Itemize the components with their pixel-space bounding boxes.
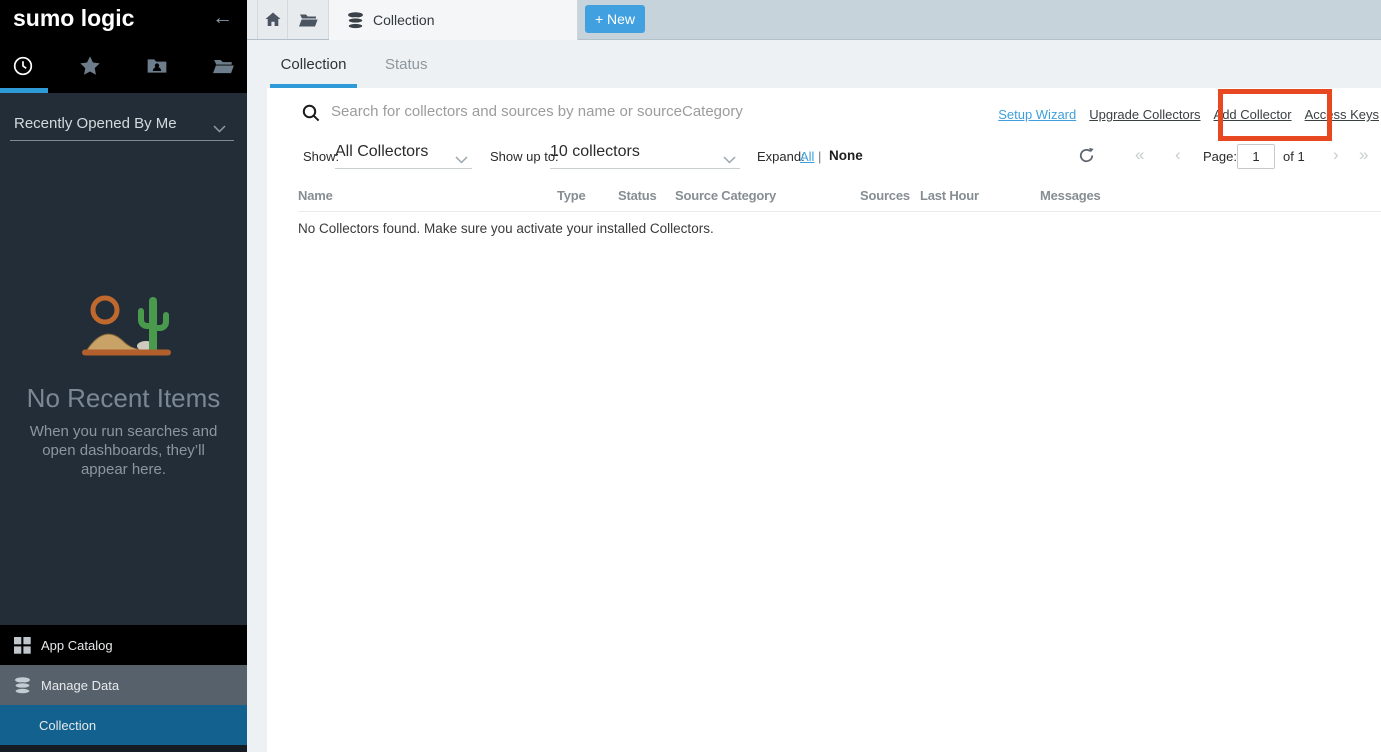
recent-items-dropdown-label: Recently Opened By Me bbox=[14, 115, 177, 132]
sidebar-item-label: Collection bbox=[39, 718, 96, 733]
limit-filter-dropdown[interactable]: 10 collectors bbox=[550, 143, 740, 169]
add-collector-link[interactable]: Add Collector bbox=[1214, 107, 1292, 122]
open-folder-icon bbox=[213, 55, 235, 77]
expand-all-link[interactable]: All bbox=[800, 149, 814, 164]
no-recent-items-title: No Recent Items bbox=[0, 383, 247, 414]
new-button[interactable]: + New bbox=[585, 5, 645, 33]
sun-icon bbox=[93, 298, 117, 322]
home-icon bbox=[265, 12, 281, 27]
column-header-messages: Messages bbox=[1040, 188, 1101, 203]
sidebar: sumo logic ← bbox=[0, 0, 247, 752]
access-keys-link[interactable]: Access Keys bbox=[1305, 107, 1379, 122]
sidebar-item-label: Manage Data bbox=[41, 678, 119, 693]
show-filter-value: All Collectors bbox=[335, 143, 428, 160]
upgrade-collectors-link[interactable]: Upgrade Collectors bbox=[1089, 107, 1200, 122]
sidebar-tab-favorites[interactable] bbox=[79, 55, 101, 77]
limit-filter-label: Show up to: bbox=[490, 149, 559, 164]
setup-wizard-link[interactable]: Setup Wizard bbox=[998, 107, 1076, 122]
search-input[interactable] bbox=[331, 97, 891, 125]
limit-filter-value: 10 collectors bbox=[550, 143, 640, 160]
first-page-button[interactable]: « bbox=[1135, 145, 1144, 165]
search-icon bbox=[302, 104, 320, 127]
clock-icon bbox=[12, 55, 34, 77]
library-tab-button[interactable] bbox=[288, 0, 329, 39]
dune-shape bbox=[87, 334, 146, 350]
sidebar-footer bbox=[0, 745, 247, 752]
column-header-source-category: Source Category bbox=[675, 188, 776, 203]
tab-strip-segment bbox=[247, 0, 258, 39]
database-icon bbox=[347, 12, 364, 29]
last-page-button[interactable]: » bbox=[1359, 145, 1368, 165]
desert-illustration bbox=[62, 288, 184, 365]
sidebar-tab-personal-folder[interactable] bbox=[146, 55, 168, 77]
chevron-down-icon bbox=[213, 120, 226, 137]
show-filter-dropdown[interactable]: All Collectors bbox=[335, 143, 472, 169]
page-number-input[interactable] bbox=[1237, 144, 1275, 169]
chevron-down-icon bbox=[455, 151, 468, 169]
recent-items-dropdown[interactable]: Recently Opened By Me bbox=[10, 107, 234, 141]
star-icon bbox=[79, 55, 101, 77]
sidebar-item-collection[interactable]: Collection bbox=[0, 705, 247, 745]
column-header-last-hour: Last Hour bbox=[920, 188, 979, 203]
sidebar-tab-library[interactable] bbox=[213, 55, 235, 77]
sidebar-tab-active-indicator bbox=[0, 88, 48, 93]
database-icon bbox=[14, 677, 31, 694]
page-count-label: of 1 bbox=[1283, 149, 1305, 164]
column-header-type: Type bbox=[557, 188, 586, 203]
collection-tab[interactable]: Collection bbox=[329, 0, 578, 40]
column-header-sources: Sources bbox=[860, 188, 910, 203]
action-links: Setup Wizard Upgrade Collectors Add Coll… bbox=[998, 107, 1379, 122]
column-header-name: Name bbox=[298, 188, 333, 203]
scrollbar-gutter[interactable] bbox=[247, 88, 267, 752]
app-window: sumo logic ← bbox=[0, 0, 1381, 752]
main-area: Collection + New Collection Status bbox=[247, 0, 1381, 752]
tab-collection[interactable]: Collection bbox=[270, 56, 357, 73]
chevron-down-icon bbox=[723, 151, 736, 169]
expand-none-link[interactable]: None bbox=[829, 148, 863, 163]
personal-folder-icon bbox=[146, 55, 168, 77]
column-header-status: Status bbox=[618, 188, 657, 203]
refresh-icon bbox=[1078, 147, 1095, 164]
arrow-left-icon: ← bbox=[212, 6, 233, 29]
collapse-sidebar-button[interactable]: ← bbox=[212, 6, 233, 30]
sidebar-item-app-catalog[interactable]: App Catalog bbox=[0, 625, 247, 665]
sidebar-item-label: App Catalog bbox=[41, 638, 113, 653]
show-filter-label: Show: bbox=[303, 149, 339, 164]
next-page-button[interactable]: › bbox=[1333, 145, 1339, 165]
sumo-logic-logo: sumo logic bbox=[13, 5, 134, 32]
collectors-table-header: Name Type Status Source Category Sources… bbox=[298, 186, 1381, 212]
tab-status[interactable]: Status bbox=[385, 56, 428, 73]
expand-label: Expand: bbox=[757, 149, 805, 164]
new-button-label: + New bbox=[595, 11, 635, 27]
sidebar-tab-recents[interactable] bbox=[12, 55, 34, 77]
grid-icon bbox=[14, 637, 31, 654]
page-label: Page: bbox=[1203, 149, 1237, 164]
tab-strip: Collection + New bbox=[247, 0, 1381, 40]
collection-tab-label: Collection bbox=[373, 12, 434, 28]
folder-icon bbox=[299, 12, 318, 28]
expand-separator: | bbox=[818, 149, 821, 164]
collection-content: Setup Wizard Upgrade Collectors Add Coll… bbox=[247, 88, 1381, 752]
empty-table-message: No Collectors found. Make sure you activ… bbox=[298, 221, 714, 236]
sidebar-header: sumo logic ← bbox=[0, 0, 247, 93]
refresh-button[interactable] bbox=[1078, 147, 1096, 165]
page-tabs: Collection Status bbox=[247, 40, 1381, 88]
no-recent-items-message: When you run searches and open dashboard… bbox=[22, 422, 225, 480]
sidebar-item-manage-data[interactable]: Manage Data bbox=[0, 665, 247, 705]
home-tab-button[interactable] bbox=[258, 0, 288, 39]
previous-page-button[interactable]: ‹ bbox=[1175, 145, 1181, 165]
